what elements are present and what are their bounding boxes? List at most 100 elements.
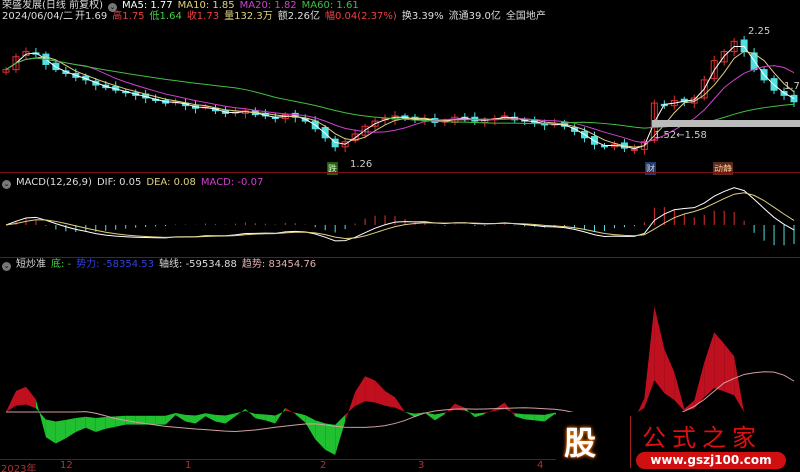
time-tick: 3	[418, 460, 425, 471]
indicator-area	[255, 413, 266, 421]
indicator-bottom: 底: -	[51, 259, 72, 270]
indicator-area	[454, 403, 465, 411]
macd-dea: DEA: 0.08	[146, 177, 196, 188]
candle-body	[52, 62, 60, 71]
indicator-area	[674, 372, 685, 412]
indicator-area	[544, 412, 555, 422]
indicator-area	[65, 417, 76, 439]
watermark-divider	[630, 416, 631, 468]
indicator-area	[185, 414, 196, 424]
indicator-area	[714, 332, 725, 392]
indicator-area	[345, 392, 356, 422]
macd-value: MACD: -0.07	[200, 177, 264, 188]
indicator-area	[35, 399, 46, 438]
indicator-area	[395, 397, 405, 412]
indicator-area	[215, 414, 226, 424]
indicator-area	[684, 400, 695, 412]
watermark-url: www.gszj100.com	[636, 452, 786, 469]
dif-line	[5, 187, 795, 242]
candle-body	[630, 148, 638, 151]
watermark-name: 公式之家	[642, 424, 762, 452]
indicator-area	[205, 413, 216, 422]
high-label: 2.25	[748, 26, 771, 37]
indicator-area	[734, 356, 745, 414]
indicator-area	[484, 408, 495, 415]
watermark-logo: 股 公式之家 www.gszj100.com	[556, 412, 800, 472]
indicator-area	[25, 386, 36, 409]
time-tick: 2023年	[1, 464, 37, 472]
time-tick: 4	[537, 460, 544, 471]
indicator-area	[335, 414, 346, 456]
expand-icon[interactable]: ⌄	[2, 180, 11, 189]
indicator-area	[75, 416, 86, 432]
indicator-area	[434, 412, 445, 421]
indicator-area	[325, 423, 336, 456]
dea-line	[5, 192, 795, 239]
indicator-area	[704, 332, 715, 398]
indicator-area	[45, 419, 56, 444]
indicator-power: 势力: -58354.53	[76, 259, 155, 270]
indicator-area	[404, 412, 415, 418]
event-tag[interactable]: 动静	[713, 162, 734, 175]
indicator-area	[125, 415, 136, 425]
indicator-area	[85, 416, 96, 432]
macd-title[interactable]: MACD(12,26,9)	[16, 177, 92, 188]
indicator-area	[165, 412, 176, 425]
candle-body	[591, 136, 599, 145]
indicator-area	[424, 412, 435, 421]
range-band	[652, 120, 800, 127]
indicator-area	[6, 391, 16, 412]
stock-chart-window: 荣盛发展(日线 前复权) ⌄ MA5: 1.77 MA10: 1.85 MA20: 1.…	[0, 0, 800, 472]
indicator-area	[385, 391, 396, 408]
indicator-area	[175, 412, 186, 422]
macd-dif: DIF: 0.05	[96, 177, 142, 188]
indicator-title[interactable]: 短炒准	[16, 259, 46, 270]
indicator-area	[724, 343, 735, 396]
indicator-area	[285, 407, 296, 415]
range-label: 1.52←1.58	[654, 130, 707, 141]
indicator-area	[355, 376, 366, 407]
indicator-area	[654, 305, 665, 394]
indicator-area	[265, 414, 276, 424]
indicator-axis: 轴线: -59534.88	[159, 259, 237, 270]
time-tick: 12	[60, 460, 73, 471]
indicator-area	[524, 414, 535, 421]
time-tick: 1	[185, 460, 192, 471]
chart-canvas[interactable]	[0, 0, 800, 472]
indicator-trend: 趋势: 83454.76	[241, 259, 317, 270]
panel-divider[interactable]	[0, 172, 800, 173]
panel-divider[interactable]	[0, 257, 800, 258]
expand-icon[interactable]: ⌄	[2, 262, 11, 271]
indicator-area	[664, 349, 675, 401]
last-label: 1.77	[784, 81, 800, 92]
indicator-area	[275, 407, 286, 424]
indicator-area	[195, 413, 206, 424]
indicator-area	[295, 412, 306, 423]
indicator-area	[155, 415, 166, 425]
indicator-area	[225, 413, 236, 424]
indicator-area	[644, 305, 655, 408]
indicator-area	[145, 415, 156, 425]
indicator-area	[95, 417, 106, 432]
indicator-area	[365, 376, 376, 403]
fall-tag[interactable]: 跌	[327, 162, 339, 175]
finance-tag[interactable]: 财	[645, 162, 657, 175]
indicator-area	[504, 402, 515, 417]
indicator-header: ⌄ 短炒准 底: - 势力: -58354.53 轴线: -59534.88 趋势: 83…	[2, 259, 321, 271]
indicator-area	[55, 419, 66, 444]
indicator-area	[694, 362, 705, 409]
indicator-area	[115, 415, 126, 427]
macd-header: ⌄ MACD(12,26,9) DIF: 0.05 DEA: 0.08 MACD: -0…	[2, 177, 268, 189]
indicator-area	[474, 412, 485, 418]
indicator-area	[235, 408, 246, 417]
indicator-area	[15, 386, 26, 406]
time-tick: 2	[320, 460, 327, 471]
indicator-area	[494, 402, 505, 412]
indicator-area	[514, 413, 525, 420]
watermark-char: 股	[564, 424, 597, 462]
indicator-area	[375, 380, 386, 406]
indicator-area	[245, 408, 256, 419]
indicator-area	[534, 414, 545, 422]
low-label: 1.26	[350, 159, 373, 170]
indicator-area	[305, 415, 316, 440]
